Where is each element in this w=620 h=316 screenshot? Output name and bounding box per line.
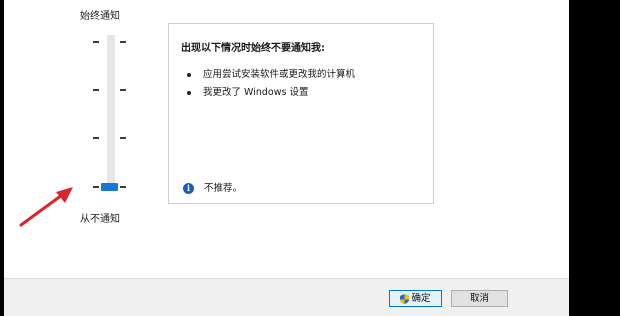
slider-top-label: 始终通知 — [80, 11, 120, 22]
slider-tick — [120, 137, 126, 139]
bullet-item: 我更改了 Windows 设置 — [187, 84, 308, 98]
red-arrow-icon — [19, 187, 73, 227]
slider-tick — [120, 41, 126, 43]
bullet-dot — [187, 90, 191, 95]
info-icon: i — [183, 183, 194, 194]
info-box: 出现以下情况时始终不要通知我: 应用尝试安装软件或更改我的计算机 我更改了 Wi… — [168, 23, 434, 204]
cancel-button-label: 取消 — [469, 293, 489, 304]
info-title: 出现以下情况时始终不要通知我: — [181, 43, 325, 54]
bullet-text: 我更改了 Windows 设置 — [203, 87, 309, 98]
notification-slider-track[interactable] — [107, 35, 115, 190]
ok-button-label: 确定 — [411, 293, 431, 304]
notification-slider-thumb[interactable] — [101, 183, 118, 191]
slider-tick — [93, 186, 99, 188]
slider-tick — [120, 186, 126, 188]
bullet-item: 应用尝试安装软件或更改我的计算机 — [187, 66, 355, 80]
slider-tick — [120, 89, 126, 91]
bullet-dot — [187, 72, 191, 77]
bullet-text: 应用尝试安装软件或更改我的计算机 — [203, 69, 356, 80]
ok-button[interactable]: 确定 — [389, 290, 442, 307]
note-text: 不推荐。 — [204, 183, 243, 194]
slider-tick — [93, 137, 99, 139]
slider-bottom-label: 从不通知 — [80, 214, 120, 225]
cancel-button[interactable]: 取消 — [451, 290, 508, 307]
not-recommended-note: i 不推荐。 — [183, 180, 242, 194]
slider-tick — [93, 89, 99, 91]
uac-shield-icon — [400, 293, 410, 304]
slider-tick — [93, 41, 99, 43]
